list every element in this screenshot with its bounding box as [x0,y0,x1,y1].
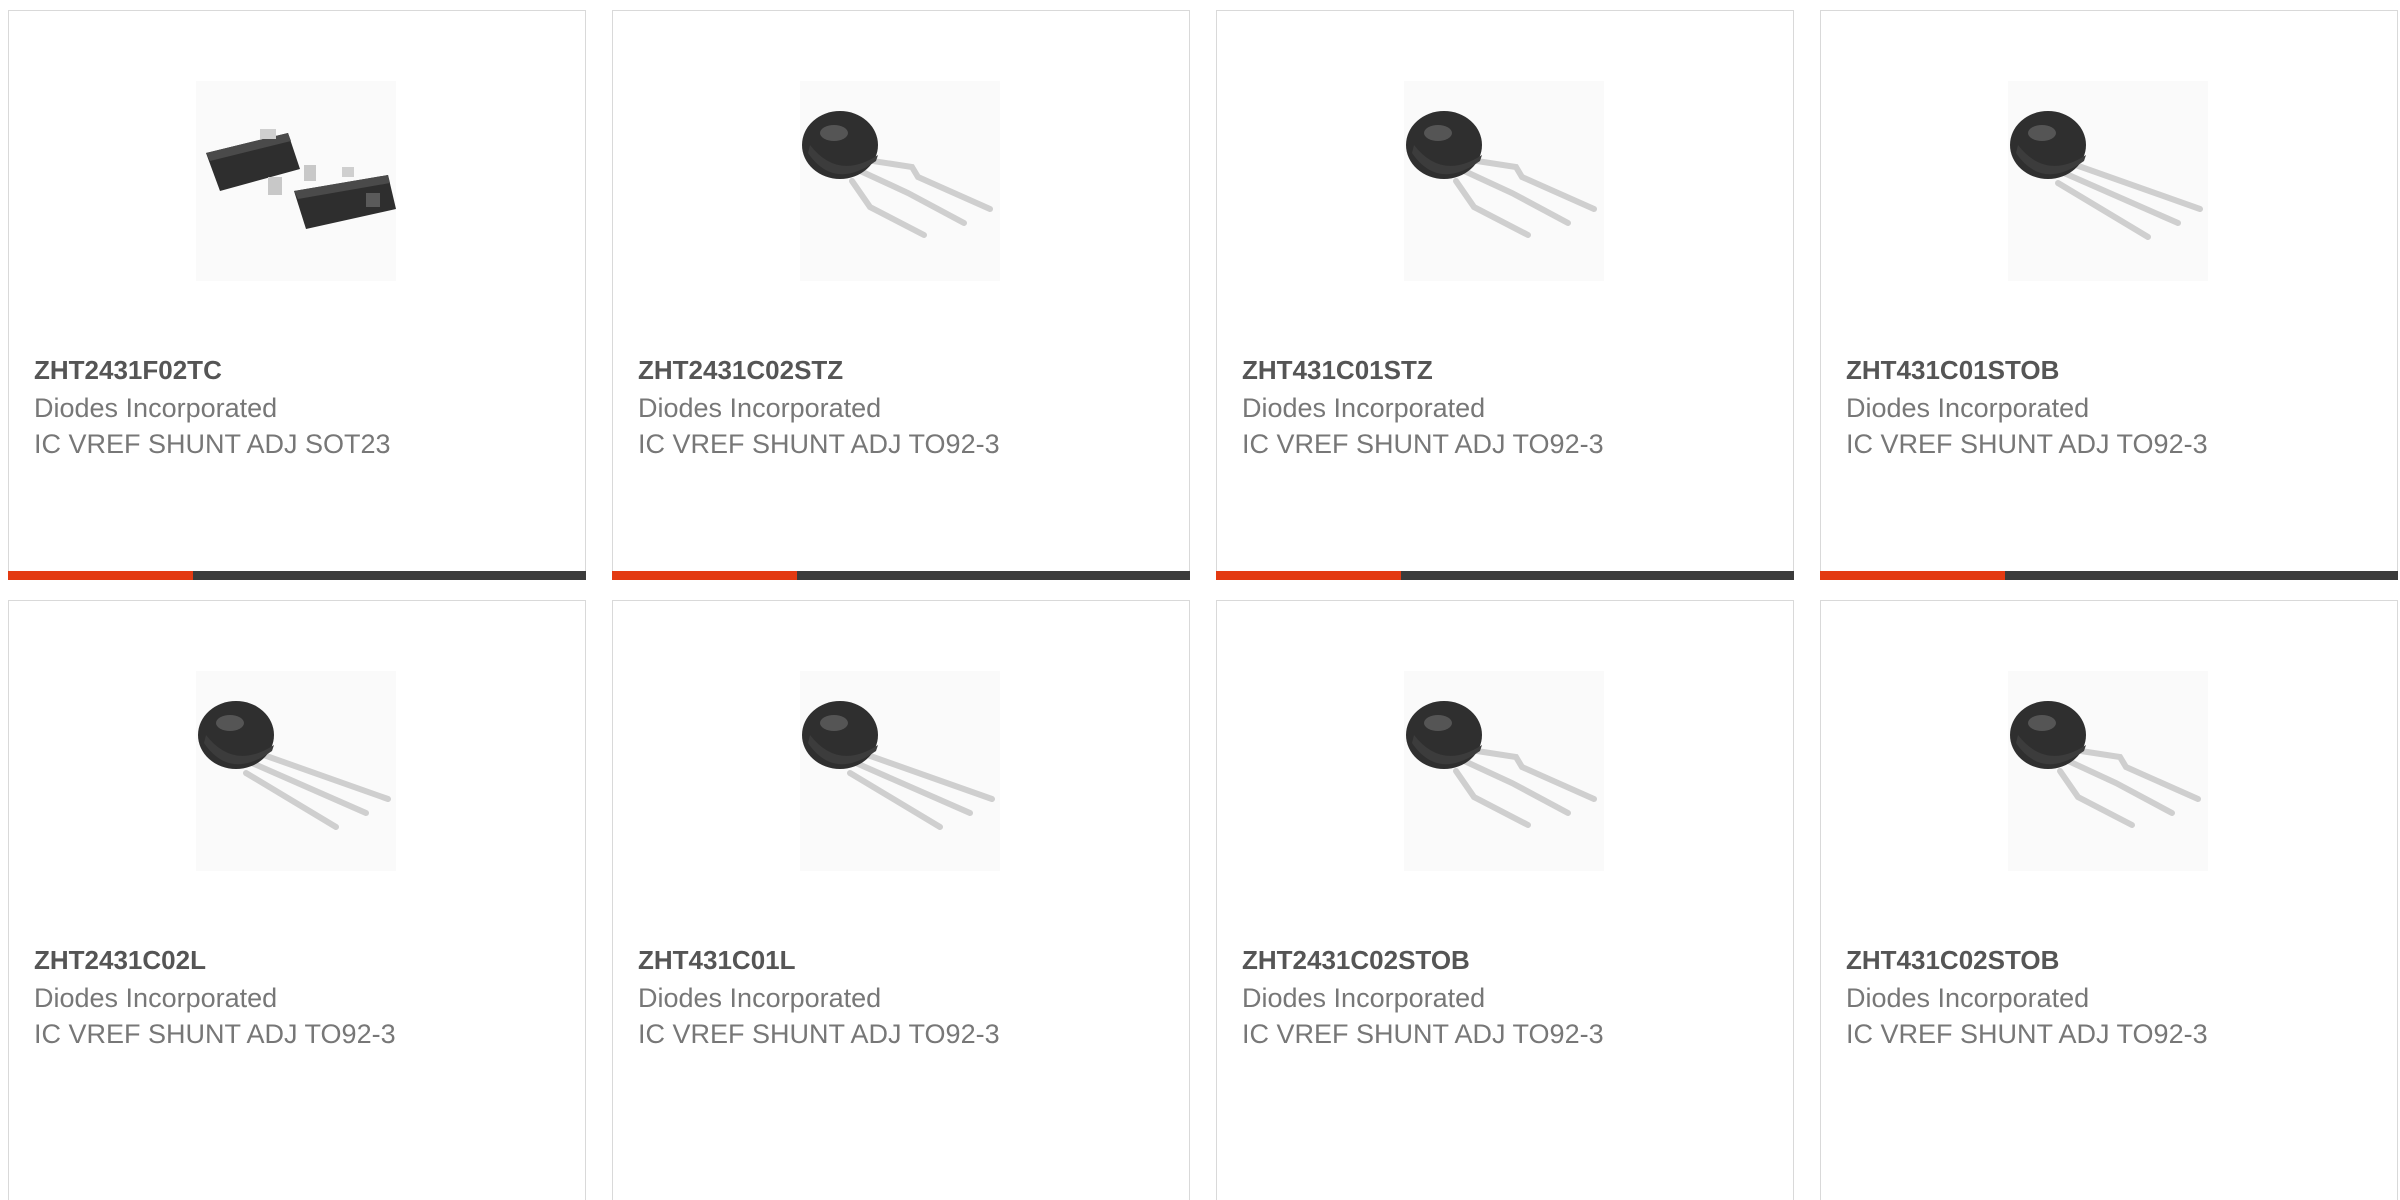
manufacturer-label: Diodes Incorporated [638,983,882,1013]
manufacturer-label: Diodes Incorporated [638,393,882,423]
to92-bent-leads-package-icon [1406,701,1597,828]
product-image[interactable] [2008,671,2208,871]
product-card[interactable]: ZHT431C01L Diodes Incorporated IC VREF S… [612,600,1190,1200]
manufacturer-label: Diodes Incorporated [1846,983,2090,1013]
progress-bar [1216,571,1794,580]
part-number-link[interactable]: ZHT431C01STOB [1846,355,2059,386]
manufacturer-label: Diodes Incorporated [34,983,278,1013]
product-image[interactable] [196,81,396,281]
product-card[interactable]: ZHT2431C02STZ Diodes Incorporated IC VRE… [612,10,1190,580]
manufacturer-label: Diodes Incorporated [1846,393,2090,423]
to92-bent-leads-package-icon [1406,111,1597,238]
product-image[interactable] [196,671,396,871]
part-number-link[interactable]: ZHT431C01STZ [1242,355,1433,386]
product-card[interactable]: ZHT2431C02STOB Diodes Incorporated IC VR… [1216,600,1794,1200]
part-number-link[interactable]: ZHT2431C02STOB [1242,945,1470,976]
to92-bent-leads-package-icon [802,111,993,238]
to92-straight-leads-package-icon [2010,111,2203,240]
part-number-link[interactable]: ZHT431C02STOB [1846,945,2059,976]
product-image[interactable] [1404,671,1604,871]
product-card[interactable]: ZHT431C01STOB Diodes Incorporated IC VRE… [1820,10,2398,580]
product-card[interactable]: ZHT2431C02L Diodes Incorporated IC VREF … [8,600,586,1200]
product-card[interactable]: ZHT431C02STOB Diodes Incorporated IC VRE… [1820,600,2398,1200]
product-grid: ZHT2431F02TC Diodes Incorporated IC VREF… [0,0,2400,1200]
part-number-link[interactable]: ZHT2431C02L [34,945,206,976]
to92-bent-leads-package-icon [2010,701,2201,828]
product-image[interactable] [800,671,1000,871]
progress-bar [612,571,1190,580]
description-label: IC VREF SHUNT ADJ TO92-3 [1846,1019,2208,1049]
product-image[interactable] [800,81,1000,281]
description-label: IC VREF SHUNT ADJ TO92-3 [638,1019,1000,1049]
part-number-link[interactable]: ZHT2431C02STZ [638,355,843,386]
description-label: IC VREF SHUNT ADJ TO92-3 [34,1019,396,1049]
progress-bar [1820,571,2398,580]
manufacturer-label: Diodes Incorporated [1242,393,1486,423]
sot23-package-icon [206,129,396,229]
part-number-link[interactable]: ZHT431C01L [638,945,796,976]
to92-straight-leads-package-icon [198,701,391,830]
description-label: IC VREF SHUNT ADJ TO92-3 [1846,429,2208,459]
description-label: IC VREF SHUNT ADJ TO92-3 [1242,429,1604,459]
product-image[interactable] [2008,81,2208,281]
part-number-link[interactable]: ZHT2431F02TC [34,355,222,386]
product-card[interactable]: ZHT431C01STZ Diodes Incorporated IC VREF… [1216,10,1794,580]
description-label: IC VREF SHUNT ADJ TO92-3 [1242,1019,1604,1049]
progress-bar [8,571,586,580]
to92-straight-leads-package-icon [802,701,995,830]
product-card[interactable]: ZHT2431F02TC Diodes Incorporated IC VREF… [8,10,586,580]
manufacturer-label: Diodes Incorporated [34,393,278,423]
description-label: IC VREF SHUNT ADJ TO92-3 [638,429,1000,459]
description-label: IC VREF SHUNT ADJ SOT23 [34,429,391,459]
manufacturer-label: Diodes Incorporated [1242,983,1486,1013]
product-image[interactable] [1404,81,1604,281]
